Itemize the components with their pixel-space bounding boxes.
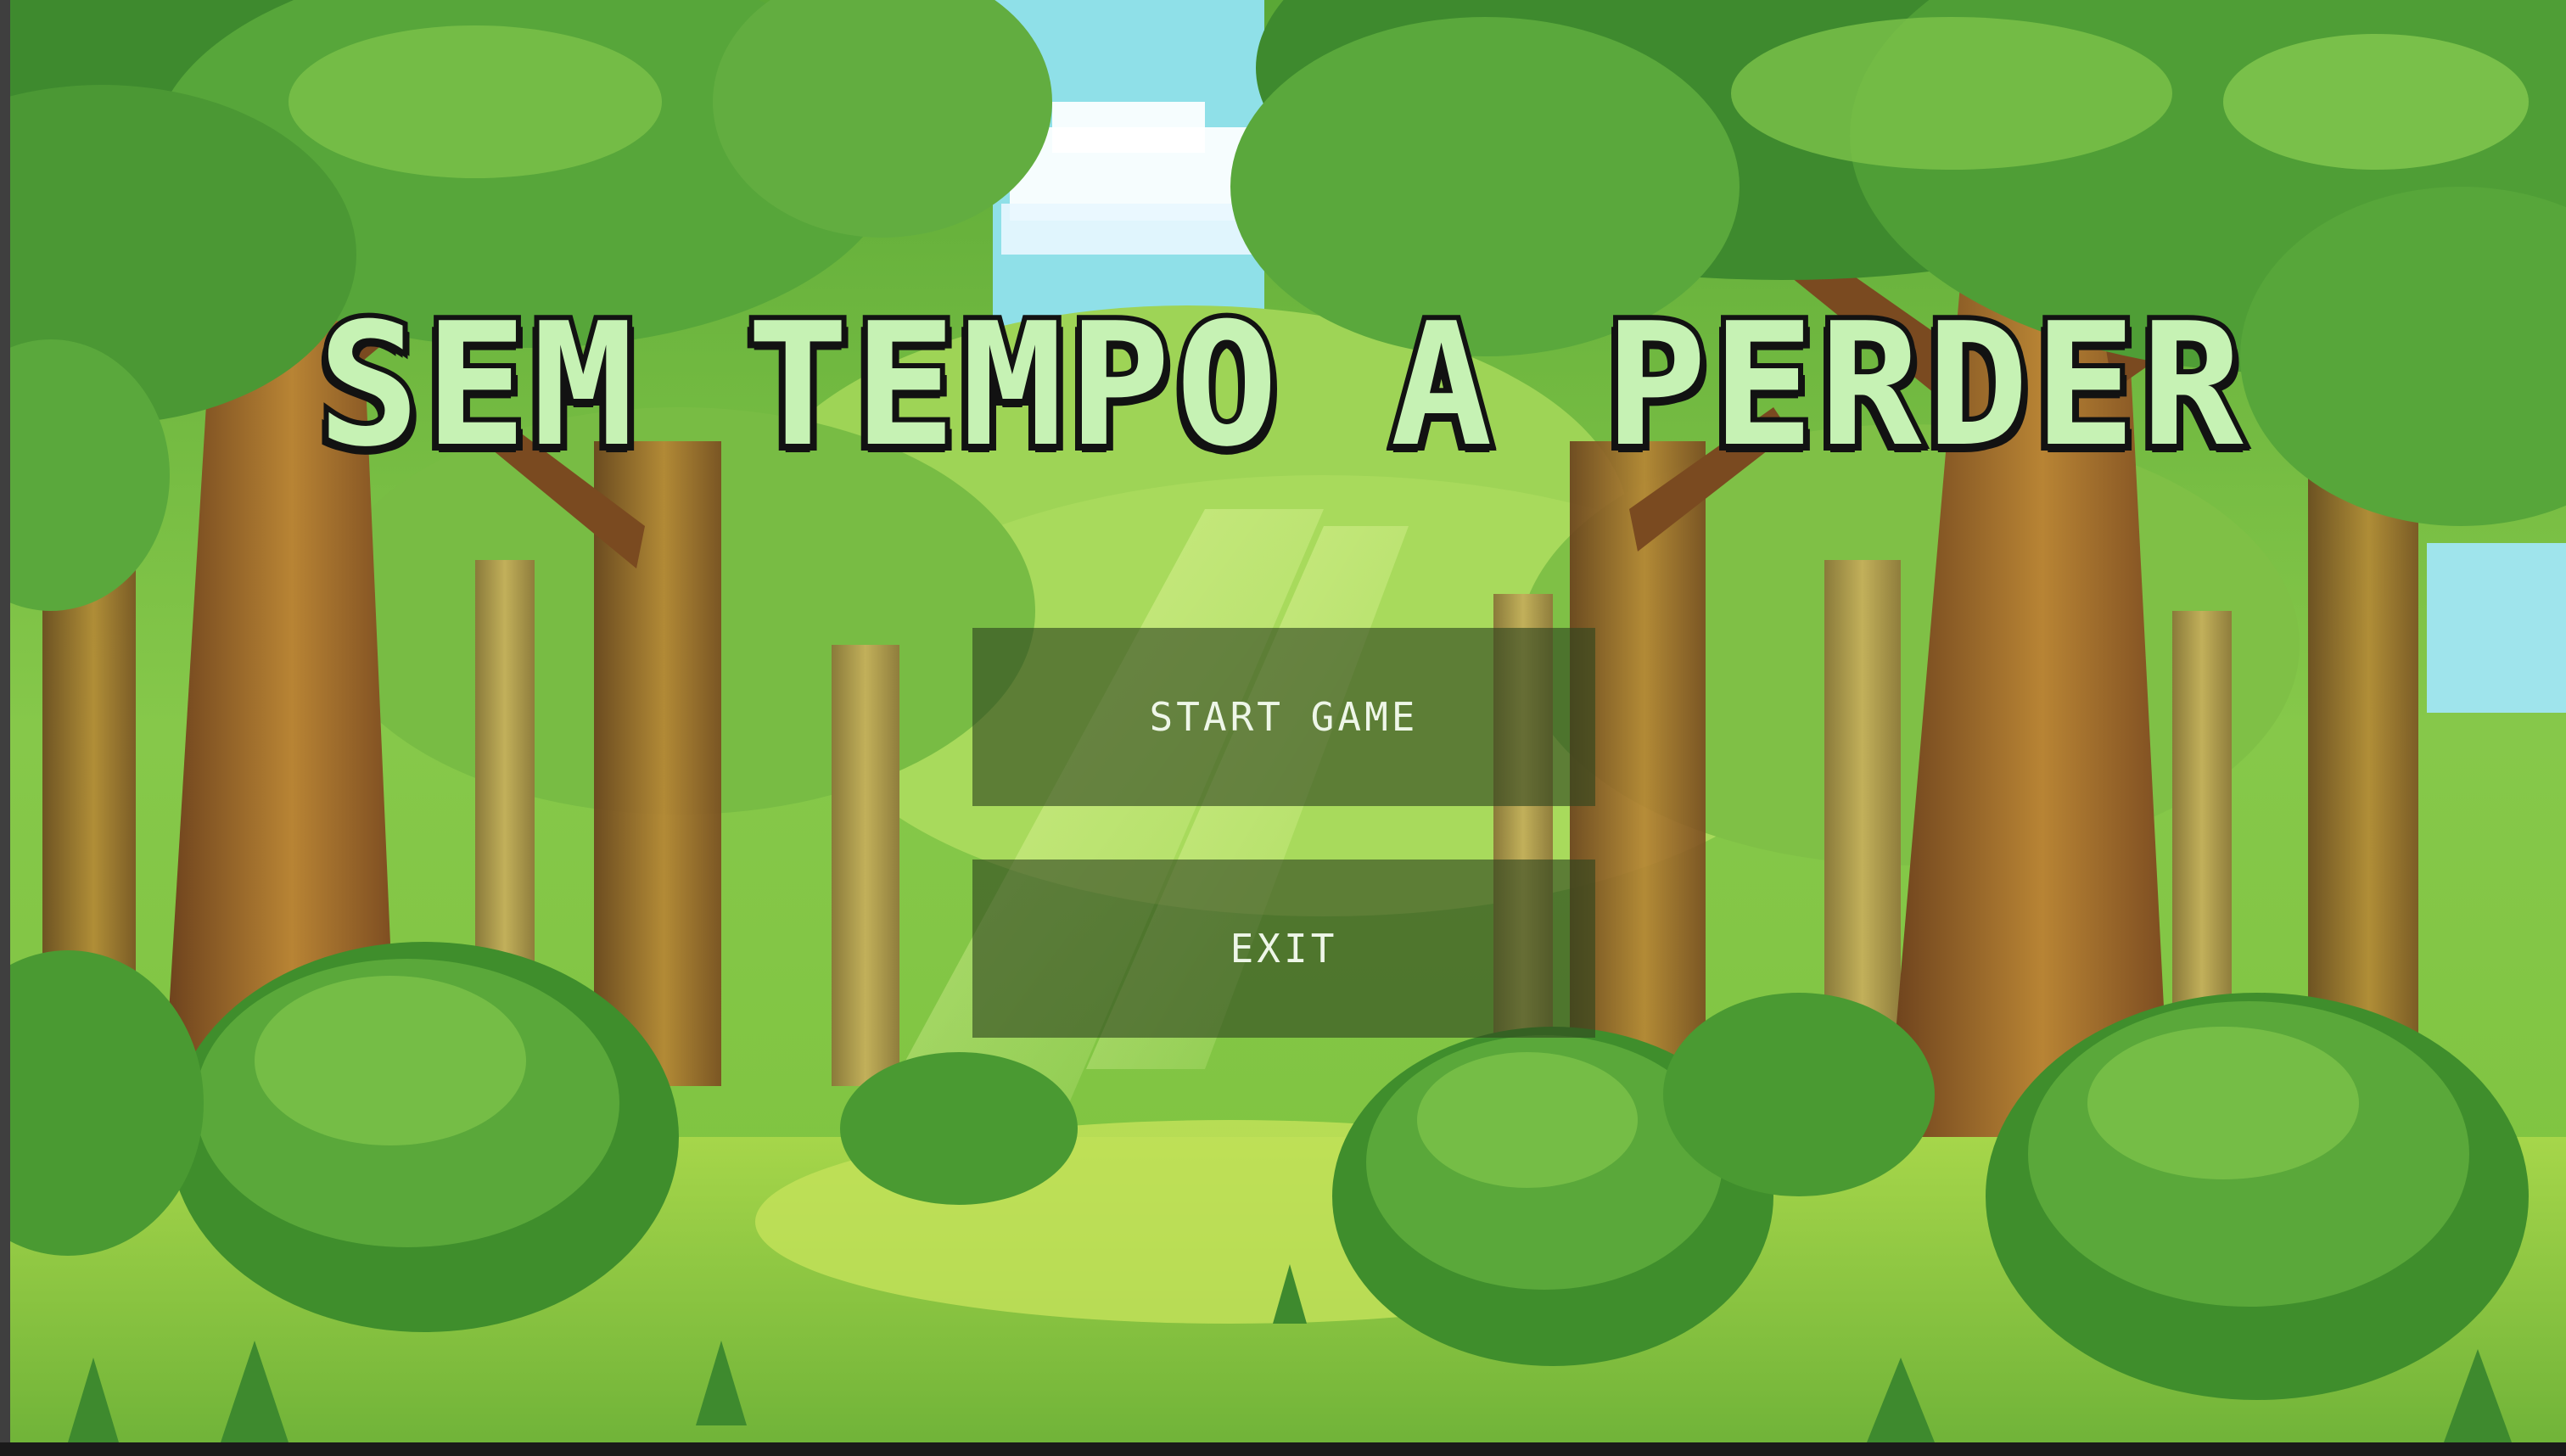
exit-button[interactable]: EXIT	[972, 860, 1595, 1038]
start-game-button[interactable]: START GAME	[972, 628, 1595, 806]
game-window: SEM TEMPO A PERDER START GAME EXIT	[0, 0, 2566, 1456]
window-left-edge	[0, 0, 10, 1456]
game-title: SEM TEMPO A PERDER	[312, 287, 2249, 484]
exit-label: EXIT	[1230, 926, 1338, 972]
window-bottom-edge	[0, 1442, 2566, 1456]
start-game-label: START GAME	[1149, 694, 1419, 740]
